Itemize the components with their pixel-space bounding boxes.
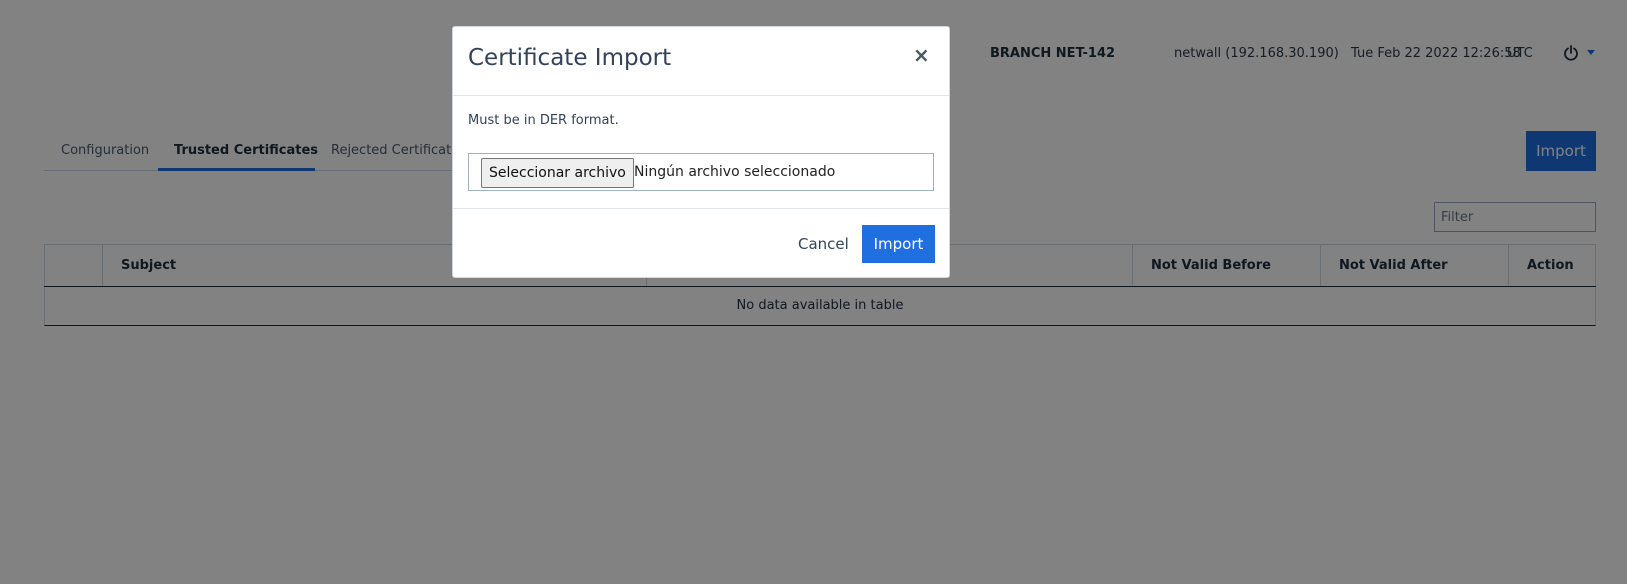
dialog-header-divider [453,95,949,96]
format-help-text: Must be in DER format. [468,113,619,128]
dialog-footer-divider [453,208,949,209]
close-icon[interactable]: × [913,43,930,67]
confirm-import-button[interactable]: Import [862,225,935,263]
file-input-field[interactable]: Seleccionar archivo Ningún archivo selec… [468,153,934,191]
dialog-title: Certificate Import [468,45,672,71]
certificate-import-dialog: Certificate Import × Must be in DER form… [452,26,950,278]
cancel-button[interactable]: Cancel [793,225,854,263]
file-status-text: Ningún archivo seleccionado [634,164,836,180]
choose-file-button[interactable]: Seleccionar archivo [481,158,634,188]
